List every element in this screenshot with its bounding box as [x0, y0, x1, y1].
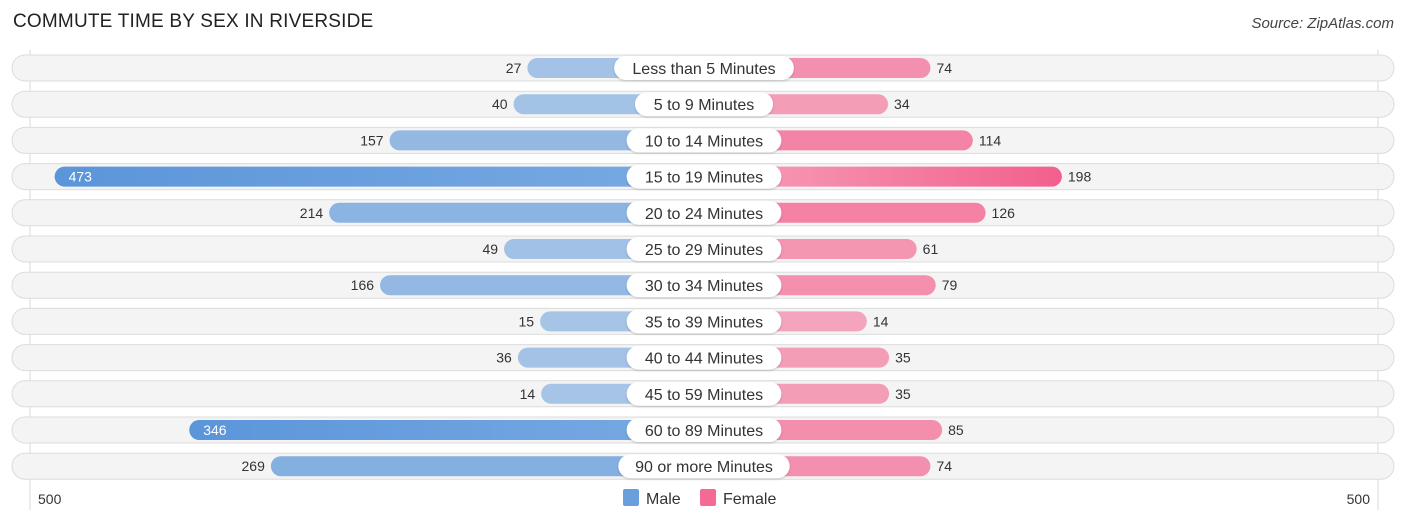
axis-label-left: 500	[38, 491, 62, 507]
row-10: 346 85 60 to 89 Minutes	[11, 416, 1395, 444]
row-6: 166 79 30 to 34 Minutes	[11, 271, 1395, 299]
legend-label-male: Male	[646, 491, 681, 508]
category-label: 90 or more Minutes	[635, 459, 773, 476]
legend-item-male: Male	[623, 489, 681, 508]
value-label-female: 34	[894, 96, 910, 112]
value-label-male: 157	[360, 132, 384, 148]
value-label-female: 35	[895, 350, 911, 366]
value-label-male: 40	[492, 96, 508, 112]
value-label-male: 166	[351, 277, 375, 293]
row-0: 27 74 Less than 5 Minutes	[11, 54, 1395, 82]
value-label-male: 15	[519, 313, 535, 329]
value-label-female: 74	[936, 60, 952, 76]
category-label: 45 to 59 Minutes	[645, 387, 763, 404]
value-label-female: 114	[979, 132, 1002, 148]
value-label-female: 74	[936, 458, 952, 474]
value-label-male: 473	[69, 169, 93, 185]
value-label-male: 14	[520, 386, 536, 402]
value-label-female: 198	[1068, 169, 1092, 185]
legend-label-female: Female	[723, 491, 776, 508]
row-3: 473 198 15 to 19 Minutes	[11, 163, 1395, 191]
value-label-female: 85	[948, 422, 964, 438]
value-label-male: 214	[300, 205, 324, 221]
category-label: 5 to 9 Minutes	[654, 97, 755, 114]
category-label: 15 to 19 Minutes	[645, 170, 763, 187]
category-label: Less than 5 Minutes	[632, 61, 775, 78]
category-label: 40 to 44 Minutes	[645, 351, 763, 368]
category-label: 10 to 14 Minutes	[645, 133, 763, 150]
row-9: 14 35 45 to 59 Minutes	[11, 380, 1395, 408]
value-label-female: 35	[895, 386, 911, 402]
row-5: 49 61 25 to 29 Minutes	[11, 235, 1395, 263]
bar-male	[54, 166, 705, 187]
chart: 27 74 Less than 5 Minutes 40 34 5 to 9 Minute…	[11, 50, 1395, 510]
category-label: 35 to 39 Minutes	[645, 314, 763, 331]
row-11: 269 74 90 or more Minutes	[11, 452, 1395, 480]
value-label-male: 49	[482, 241, 498, 257]
row-8: 36 35 40 to 44 Minutes	[11, 344, 1395, 372]
value-label-female: 126	[992, 205, 1016, 221]
legend-item-female: Female	[700, 489, 776, 508]
value-label-male: 346	[203, 422, 227, 438]
axis-label-right: 500	[1347, 491, 1371, 507]
category-label: 30 to 34 Minutes	[645, 278, 763, 295]
value-label-female: 79	[942, 277, 958, 293]
category-label: 60 to 89 Minutes	[645, 423, 763, 440]
category-label: 20 to 24 Minutes	[645, 206, 763, 223]
row-7: 15 14 35 to 39 Minutes	[11, 307, 1395, 335]
legend-swatch-female	[700, 489, 716, 506]
category-label: 25 to 29 Minutes	[645, 242, 763, 259]
value-label-male: 27	[506, 60, 522, 76]
legend-swatch-male	[623, 489, 639, 506]
value-label-male: 269	[242, 458, 266, 474]
value-label-female: 14	[873, 313, 889, 329]
value-label-female: 61	[923, 241, 939, 257]
row-1: 40 34 5 to 9 Minutes	[11, 90, 1395, 118]
value-label-male: 36	[496, 350, 512, 366]
row-4: 214 126 20 to 24 Minutes	[11, 199, 1395, 227]
row-2: 157 114 10 to 14 Minutes	[11, 126, 1395, 154]
